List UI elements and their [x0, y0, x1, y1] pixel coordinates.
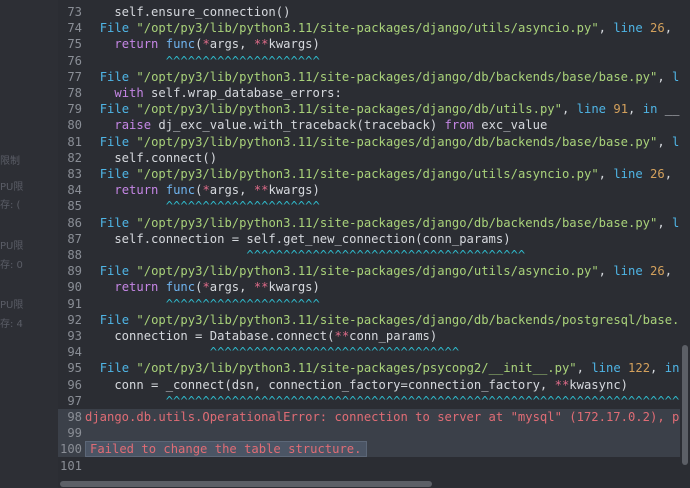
code-line: 100 Failed to change the table structure.	[58, 441, 680, 458]
horizontal-scrollbar[interactable]	[60, 481, 432, 487]
line-number: 89	[67, 264, 82, 279]
code-line: 85 ^^^^^^^^^^^^^^^^^^^^^	[58, 198, 680, 214]
line-number: 93	[67, 329, 82, 343]
line-number: 87	[67, 231, 82, 246]
code-line: 78 with self.wrap_database_errors:	[58, 85, 680, 101]
ghost-label: 存: 0	[0, 260, 23, 271]
code-text: ^^^^^^^^^^^^^^^^^^^^^^^^^^^^^^^^^^^^^^	[85, 248, 526, 262]
line-number: 77	[67, 69, 82, 84]
code-text: return func(*args, **kwargs)	[114, 183, 320, 198]
code-text: return func(*args, **kwargs)	[114, 37, 320, 52]
ghost-label: 存: (	[0, 200, 21, 211]
code-line: 99	[58, 425, 680, 442]
line-number: 85	[67, 199, 82, 214]
code-line: 97 ^^^^^^^^^^^^^^^^^^^^^^^^^^^^^^^^^^^^^…	[58, 393, 680, 409]
code-line: 81 File "/opt/py3/lib/python3.11/site-pa…	[58, 134, 680, 150]
line-number: 78	[67, 86, 82, 100]
line-number: 79	[67, 102, 82, 117]
code-line: 88 ^^^^^^^^^^^^^^^^^^^^^^^^^^^^^^^^^^^^^…	[58, 247, 680, 263]
line-number: 99	[67, 426, 82, 441]
code-text: conn = _connect(dsn, connection_factory=…	[85, 377, 628, 392]
code-line: 98 django.db.utils.OperationalError: conn…	[58, 409, 680, 425]
code-text: ^^^^^^^^^^^^^^^^^^^^^	[85, 53, 320, 68]
code-line: 74 File "/opt/py3/lib/python3.11/site-pa…	[58, 20, 680, 36]
code-line: 90 return func(*args, **kwargs)	[58, 279, 680, 295]
line-number: 94	[67, 345, 82, 360]
code-line: 79 File "/opt/py3/lib/python3.11/site-pa…	[58, 101, 680, 117]
code-text: connection = Database.connect(**conn_par…	[85, 329, 438, 343]
code-line: 82 self.connect()	[58, 150, 680, 166]
code-line: 94 ^^^^^^^^^^^^^^^^^^^^^^^^^^^^^^^^^^	[58, 344, 680, 360]
code-line: 73 self.ensure_connection()	[58, 4, 680, 20]
ghost-label: 存: 4	[0, 319, 23, 330]
code-text: File "/opt/py3/lib/python3.11/site-packa…	[99, 264, 680, 279]
code-line: 93 connection = Database.connect(**conn_…	[58, 328, 680, 344]
vertical-scrollbar[interactable]	[682, 345, 688, 465]
line-number: 82	[67, 150, 82, 165]
line-number: 83	[67, 167, 82, 181]
ghost-label: PU限	[0, 182, 24, 193]
code-text: ^^^^^^^^^^^^^^^^^^^^^^^^^^^^^^^^^^	[85, 345, 460, 360]
code-text: File "/opt/py3/lib/python3.11/site-packa…	[99, 312, 680, 327]
line-number: 101	[59, 458, 82, 473]
code-text: Failed to change the table structure.	[85, 441, 367, 458]
background-panel: 限制 PU限 存: ( PU限 存: 0 PU限 存: 4	[0, 0, 58, 488]
code-text: File "/opt/py3/lib/python3.11/site-packa…	[99, 102, 680, 117]
code-line: 76 ^^^^^^^^^^^^^^^^^^^^^	[58, 53, 680, 69]
code-line: 83 File "/opt/py3/lib/python3.11/site-pa…	[58, 166, 680, 182]
line-number: 81	[67, 134, 82, 149]
code-line: 87 self.connection = self.get_new_connec…	[58, 231, 680, 247]
code-text: django.db.utils.OperationalError: connec…	[85, 410, 680, 424]
code-line: 91 ^^^^^^^^^^^^^^^^^^^^^	[58, 296, 680, 312]
code-text: File "/opt/py3/lib/python3.11/site-packa…	[99, 167, 680, 181]
line-number: 100	[59, 442, 82, 457]
code-line: 84 return func(*args, **kwargs)	[58, 182, 680, 198]
code-text: File "/opt/py3/lib/python3.11/site-packa…	[99, 215, 680, 230]
code-line: 75 return func(*args, **kwargs)	[58, 36, 680, 52]
ghost-label: 限制	[0, 156, 20, 167]
code-text: File "/opt/py3/lib/python3.11/site-packa…	[99, 134, 680, 149]
line-number: 95	[67, 361, 82, 376]
line-number: 80	[67, 118, 82, 133]
code-line: 86 File "/opt/py3/lib/python3.11/site-pa…	[58, 215, 680, 231]
line-number: 73	[67, 5, 82, 19]
line-number: 90	[67, 280, 82, 295]
code-text: File "/opt/py3/lib/python3.11/site-packa…	[99, 21, 680, 36]
code-text: self.connection = self.get_new_connectio…	[85, 231, 511, 246]
line-number: 92	[67, 312, 82, 327]
line-number: 96	[67, 377, 82, 392]
code-text: File "/opt/py3/lib/python3.11/site-packa…	[99, 69, 680, 84]
code-line: 89 File "/opt/py3/lib/python3.11/site-pa…	[58, 263, 680, 279]
log-editor[interactable]: 73 self.ensure_connection() 74 File "/opt…	[58, 0, 680, 480]
code-text: self.ensure_connection()	[85, 5, 291, 19]
code-line: 101	[58, 458, 680, 474]
line-number: 75	[67, 37, 82, 52]
line-number: 97	[67, 393, 82, 408]
code-text: self.connect()	[85, 150, 218, 165]
line-number: 98	[67, 410, 82, 424]
line-number: 74	[67, 21, 82, 36]
line-number: 76	[67, 53, 82, 68]
code-line: 77 File "/opt/py3/lib/python3.11/site-pa…	[58, 69, 680, 85]
line-number: 84	[67, 183, 82, 198]
ghost-label: PU限	[0, 300, 24, 311]
code-text: raise dj_exc_value.with_traceback(traceb…	[114, 118, 548, 133]
code-line: 80 raise dj_exc_value.with_traceback(tra…	[58, 117, 680, 133]
line-number: 88	[67, 248, 82, 262]
code-line: 95 File "/opt/py3/lib/python3.11/site-pa…	[58, 360, 680, 376]
ghost-label: PU限	[0, 241, 24, 252]
line-number: 91	[67, 296, 82, 311]
code-line: 96 conn = _connect(dsn, connection_facto…	[58, 377, 680, 393]
code-text: with self.wrap_database_errors:	[114, 86, 342, 100]
code-text: return func(*args, **kwargs)	[114, 280, 320, 295]
code-text: File "/opt/py3/lib/python3.11/site-packa…	[99, 361, 680, 376]
code-text: ^^^^^^^^^^^^^^^^^^^^^^^^^^^^^^^^^^^^^^^^…	[85, 393, 680, 408]
code-line: 92 File "/opt/py3/lib/python3.11/site-pa…	[58, 312, 680, 328]
line-number: 86	[67, 215, 82, 230]
code-text: ^^^^^^^^^^^^^^^^^^^^^	[85, 199, 320, 214]
code-text: ^^^^^^^^^^^^^^^^^^^^^	[85, 296, 320, 311]
